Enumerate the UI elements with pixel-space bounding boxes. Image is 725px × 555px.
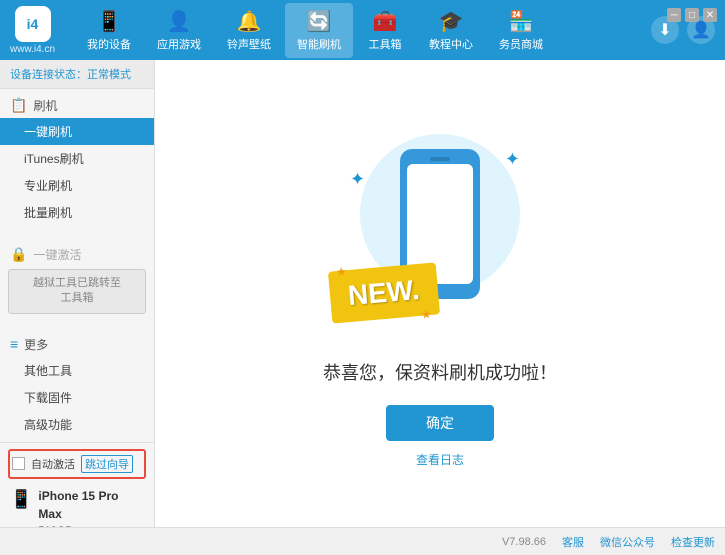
sidebar-download-firmware[interactable]: 下载固件 — [0, 384, 154, 411]
confirm-button[interactable]: 确定 — [386, 405, 494, 441]
footer-customer-service[interactable]: 客服 — [562, 534, 584, 550]
tutorial-icon: 🎓 — [439, 9, 464, 34]
nav-my-device[interactable]: 📱 我的设备 — [75, 3, 143, 58]
sidebar-advanced[interactable]: 高级功能 — [0, 411, 154, 438]
sidebar-itunes-flash[interactable]: iTunes刷机 — [0, 145, 154, 172]
window-close-button[interactable]: ✕ — [703, 8, 717, 22]
auto-activate-label: 自动激活 — [31, 456, 75, 472]
app-logo: i4 www.i4.cn — [10, 6, 55, 55]
activation-icon: 🔒 — [10, 246, 27, 263]
nav-tutorial[interactable]: 🎓 教程中心 — [417, 3, 485, 58]
sidebar-bottom: 自动激活 跳过向导 📱 iPhone 15 Pro Max 512GB iPho… — [0, 442, 154, 527]
auto-activate-row: 自动激活 跳过向导 — [8, 449, 146, 479]
nav-smart-flash[interactable]: 🔄 智能刷机 — [285, 3, 353, 58]
main-area: 设备连接状态：正常模式 📋 刷机 一键刷机 iTunes刷机 专业刷机 批量刷机… — [0, 60, 725, 527]
flash-section-label: 刷机 — [33, 97, 57, 114]
content-area: ✦ ✦ NEW. 恭喜您，保资料刷机成功啦！ 确定 查看日志 — [155, 60, 725, 527]
sidebar: 设备连接状态：正常模式 📋 刷机 一键刷机 iTunes刷机 专业刷机 批量刷机… — [0, 60, 155, 527]
logo-icon: i4 — [15, 6, 51, 42]
activation-note: 越狱工具已跳转至 工具箱 — [8, 269, 146, 314]
nav-app-games[interactable]: 👤 应用游戏 — [145, 3, 213, 58]
status-value: 正常模式 — [87, 69, 131, 81]
device-status: 设备连接状态：正常模式 — [0, 60, 154, 89]
nav-tutorial-label: 教程中心 — [429, 36, 473, 52]
device-phone-icon: 📱 — [10, 489, 32, 510]
device-info: 📱 iPhone 15 Pro Max 512GB iPhone — [8, 483, 146, 527]
footer-check-update[interactable]: 检查更新 — [671, 534, 715, 550]
toolbox-icon: 🧰 — [373, 9, 398, 34]
window-maximize-button[interactable]: □ — [685, 8, 699, 22]
nav-app-games-label: 应用游戏 — [157, 36, 201, 52]
sidebar-pro-flash[interactable]: 专业刷机 — [0, 172, 154, 199]
sidebar-other-tools[interactable]: 其他工具 — [0, 357, 154, 384]
status-label: 设备连接状态： — [10, 69, 87, 81]
header: i4 www.i4.cn 📱 我的设备 👤 应用游戏 🔔 铃声壁纸 🔄 智能刷机 — [0, 0, 725, 60]
version-label: V7.98.66 — [502, 536, 546, 548]
sidebar-batch-flash[interactable]: 批量刷机 — [0, 199, 154, 226]
activation-note-line2: 工具箱 — [17, 291, 137, 306]
ringtone-icon: 🔔 — [237, 9, 262, 34]
nav-service-label: 务员商城 — [499, 36, 543, 52]
sidebar-one-click-flash[interactable]: 一键刷机 — [0, 118, 154, 145]
footer: V7.98.66 客服 微信公众号 检查更新 — [0, 527, 725, 555]
flash-section-icon: 📋 — [10, 97, 27, 114]
new-badge: NEW. — [328, 262, 440, 323]
flash-section: 📋 刷机 一键刷机 iTunes刷机 专业刷机 批量刷机 — [0, 89, 154, 230]
more-icon: ≡ — [10, 336, 18, 352]
nav-bar: 📱 我的设备 👤 应用游戏 🔔 铃声壁纸 🔄 智能刷机 🧰 工具箱 🎓 — [75, 3, 651, 58]
nav-smart-flash-label: 智能刷机 — [297, 36, 341, 52]
success-illustration: ✦ ✦ NEW. — [340, 119, 540, 339]
activation-note-line1: 越狱工具已跳转至 — [17, 276, 137, 291]
more-section: ≡ 更多 其他工具 下载固件 高级功能 — [0, 328, 154, 442]
more-section-title[interactable]: ≡ 更多 — [0, 332, 154, 357]
nav-toolbox-label: 工具箱 — [369, 36, 402, 52]
activation-section: 🔒 一键激活 越狱工具已跳转至 工具箱 — [0, 238, 154, 320]
device-details: iPhone 15 Pro Max 512GB iPhone — [38, 487, 144, 527]
auto-activate-checkbox[interactable] — [12, 457, 25, 470]
my-device-icon: 📱 — [97, 9, 122, 34]
window-minimize-button[interactable]: ─ — [667, 8, 681, 22]
sparkle-left: ✦ — [350, 169, 365, 190]
guided-label[interactable]: 跳过向导 — [81, 455, 133, 473]
nav-toolbox[interactable]: 🧰 工具箱 — [355, 3, 415, 58]
flash-section-title[interactable]: 📋 刷机 — [0, 93, 154, 118]
service-icon: 🏪 — [509, 9, 534, 34]
activation-label: 一键激活 — [33, 246, 81, 263]
nav-ringtone[interactable]: 🔔 铃声壁纸 — [215, 3, 283, 58]
app-games-icon: 👤 — [167, 9, 192, 34]
nav-ringtone-label: 铃声壁纸 — [227, 36, 271, 52]
more-label: 更多 — [24, 336, 48, 353]
device-storage: 512GB — [38, 523, 144, 527]
device-name: iPhone 15 Pro Max — [38, 487, 144, 523]
phone-notch — [430, 157, 450, 161]
nav-my-device-label: 我的设备 — [87, 36, 131, 52]
activation-section-title: 🔒 一键激活 — [0, 242, 154, 267]
log-link[interactable]: 查看日志 — [416, 451, 464, 468]
sparkle-right: ✦ — [505, 149, 520, 170]
logo-url: www.i4.cn — [10, 44, 55, 55]
new-badge-text: NEW. — [347, 274, 421, 312]
nav-service[interactable]: 🏪 务员商城 — [487, 3, 555, 58]
success-message: 恭喜您，保资料刷机成功啦！ — [323, 359, 557, 385]
smart-flash-icon: 🔄 — [307, 9, 332, 34]
footer-wechat[interactable]: 微信公众号 — [600, 534, 655, 550]
